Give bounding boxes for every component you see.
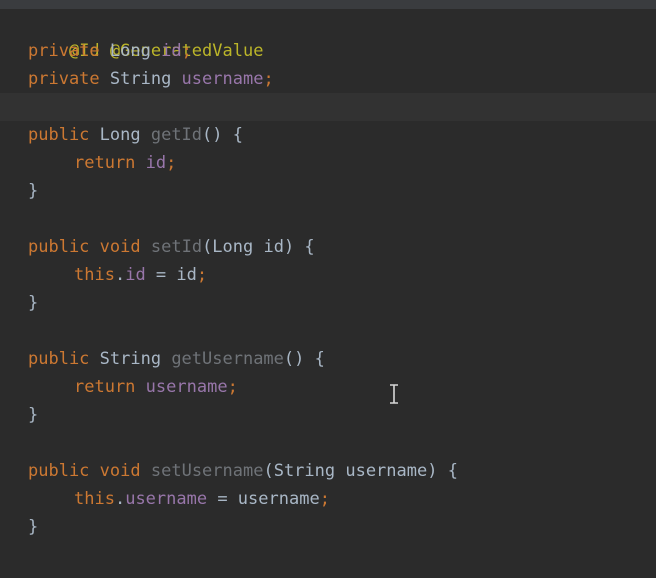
code-token: String — [89, 349, 172, 369]
code-token: = id — [145, 265, 197, 285]
code-token: . — [114, 489, 126, 509]
code-token: String — [99, 69, 182, 89]
code-token: () { — [283, 349, 325, 369]
line-content: public void setId(Long id) { — [28, 233, 315, 261]
code-line[interactable]: return username; — [0, 373, 656, 401]
code-line[interactable]: this.id = id; — [0, 261, 656, 289]
editor-top-bar — [0, 0, 656, 9]
code-token: id — [161, 41, 182, 61]
code-token: private — [28, 41, 100, 61]
code-token: void — [99, 237, 141, 257]
code-token: Long — [99, 41, 162, 61]
code-token: ; — [227, 377, 238, 397]
code-token: } — [28, 293, 39, 313]
code-token: getUsername — [171, 349, 284, 369]
code-line[interactable]: private String username; — [0, 65, 656, 93]
line-content: private Long id; — [28, 37, 192, 65]
text-cursor-icon — [390, 384, 398, 404]
code-token: this — [74, 489, 115, 509]
code-token: id — [145, 153, 167, 173]
line-content: public String getUsername() { — [28, 345, 325, 373]
code-line[interactable]: } — [0, 401, 656, 429]
line-content: public void setUsername(String username)… — [28, 457, 458, 485]
code-line[interactable]: private Long id; — [0, 37, 656, 65]
code-token: username — [145, 377, 228, 397]
code-token: . — [114, 265, 126, 285]
line-content: } — [28, 289, 38, 317]
code-token: ; — [181, 41, 192, 61]
code-token: Long — [89, 125, 151, 145]
code-token: public — [28, 125, 90, 145]
code-token: ; — [196, 265, 208, 285]
line-content: return id; — [74, 149, 176, 177]
code-token: (String username) { — [263, 461, 458, 481]
code-token: public — [28, 237, 90, 257]
code-token: setId — [150, 237, 203, 257]
line-content: } — [28, 401, 38, 429]
code-token: return — [74, 377, 136, 397]
code-editor[interactable]: @Id @GeneratedValue private Long id; pri… — [0, 9, 656, 578]
code-token: } — [28, 517, 39, 537]
line-content: this.username = username; — [74, 485, 330, 513]
code-line[interactable]: public String getUsername() { — [0, 345, 656, 373]
code-line[interactable]: public void setUsername(String username)… — [0, 457, 656, 485]
code-token: () { — [202, 125, 243, 145]
code-token: void — [99, 461, 141, 481]
code-token: } — [28, 181, 39, 201]
current-line-highlight[interactable] — [0, 93, 656, 121]
code-line[interactable]: return id; — [0, 149, 656, 177]
code-token: getId — [150, 125, 203, 145]
code-token: (Long id) { — [202, 237, 315, 257]
code-token: username — [181, 69, 264, 89]
code-token: username — [125, 489, 208, 509]
code-token: return — [74, 153, 136, 173]
line-content: } — [28, 177, 38, 205]
code-token: setUsername — [150, 461, 264, 481]
code-token: ; — [263, 69, 274, 89]
line-content: private String username; — [28, 65, 274, 93]
line-content: return username; — [74, 373, 238, 401]
code-token: private — [28, 69, 100, 89]
code-line[interactable]: public Long getId() { — [0, 121, 656, 149]
code-token: = username — [207, 489, 320, 509]
line-content: } — [28, 513, 38, 541]
code-line[interactable]: this.username = username; — [0, 485, 656, 513]
line-content: this.id = id; — [74, 261, 207, 289]
code-token: ; — [166, 153, 177, 173]
code-line[interactable]: @Id @GeneratedValue — [0, 9, 656, 61]
code-line[interactable]: public void setId(Long id) { — [0, 233, 656, 261]
code-token: public — [28, 461, 90, 481]
line-content: public Long getId() { — [28, 121, 243, 149]
code-token: ; — [319, 489, 330, 509]
code-line[interactable]: } — [0, 177, 656, 205]
code-token: id — [125, 265, 146, 285]
code-token: this — [74, 265, 115, 285]
code-token: } — [28, 405, 39, 425]
code-line[interactable]: } — [0, 289, 656, 317]
code-line[interactable]: } — [0, 513, 656, 541]
code-token: public — [28, 349, 90, 369]
